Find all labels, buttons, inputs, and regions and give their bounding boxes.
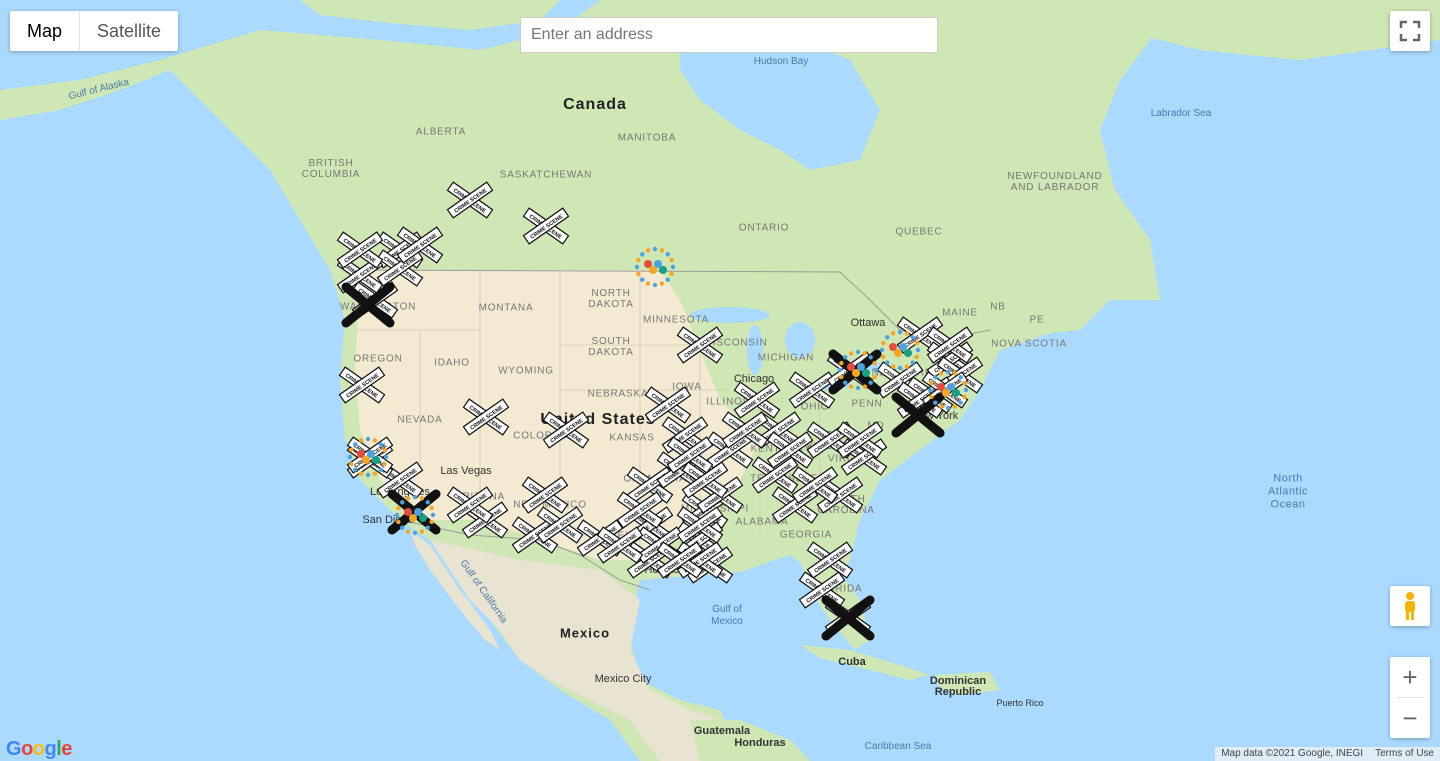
big-x-marker[interactable] xyxy=(821,595,875,641)
pegman-icon xyxy=(1405,592,1415,620)
marker-layer: CRIME SCENECRIME SCENECRIME SCENECRIME S… xyxy=(336,181,984,641)
crime-scene-marker[interactable]: CRIME SCENECRIME SCENE xyxy=(462,398,510,436)
map-data-text: Map data ©2021 Google, INEGI xyxy=(1221,748,1364,759)
crime-scene-marker[interactable]: CRIME SCENECRIME SCENE xyxy=(446,486,494,524)
map-type-satellite-button[interactable]: Satellite xyxy=(80,11,178,51)
map-type-control: Map Satellite xyxy=(10,11,179,51)
map-type-map-button[interactable]: Map xyxy=(10,11,81,51)
crime-scene-marker[interactable]: CRIME SCENECRIME SCENE xyxy=(788,371,836,409)
cluster-marker[interactable] xyxy=(394,494,436,536)
crime-scene-marker[interactable]: CRIME SCENECRIME SCENE xyxy=(542,411,590,449)
crime-scene-marker[interactable]: CRIME SCENECRIME SCENE xyxy=(338,366,386,404)
crime-scene-marker[interactable]: CRIME SCENECRIME SCENE xyxy=(733,381,781,419)
cluster-marker[interactable] xyxy=(634,246,676,288)
fullscreen-button[interactable] xyxy=(1390,11,1430,51)
attribution-bar: Map data ©2021 Google, INEGI Terms of Us… xyxy=(1215,747,1440,761)
zoom-in-button[interactable]: + xyxy=(1390,657,1430,697)
crime-scene-marker[interactable]: CRIME SCENECRIME SCENE xyxy=(336,231,384,269)
map-canvas[interactable]: Canada United States Mexico Cuba Dominic… xyxy=(0,0,1440,761)
street-view-button[interactable] xyxy=(1390,586,1430,626)
address-search-input[interactable] xyxy=(520,17,938,53)
crime-scene-marker[interactable]: CRIME SCENECRIME SCENE xyxy=(676,326,724,364)
crime-scene-marker[interactable]: CRIME SCENECRIME SCENE xyxy=(522,207,570,245)
fullscreen-icon xyxy=(1399,20,1421,42)
crime-scene-marker[interactable]: CRIME SCENECRIME SCENE xyxy=(798,571,846,609)
crime-scene-marker[interactable]: CRIME SCENECRIME SCENE xyxy=(446,181,494,219)
terms-link[interactable]: Terms of Use xyxy=(1369,747,1440,761)
zoom-out-button[interactable]: − xyxy=(1390,698,1430,738)
crime-scene-marker[interactable]: CRIME SCENECRIME SCENE xyxy=(806,541,854,579)
crime-scene-marker[interactable]: CRIME SCENECRIME SCENE xyxy=(521,476,569,514)
google-logo[interactable]: Google xyxy=(6,738,72,761)
cluster-marker[interactable] xyxy=(879,329,921,371)
zoom-control: + − xyxy=(1390,657,1430,738)
